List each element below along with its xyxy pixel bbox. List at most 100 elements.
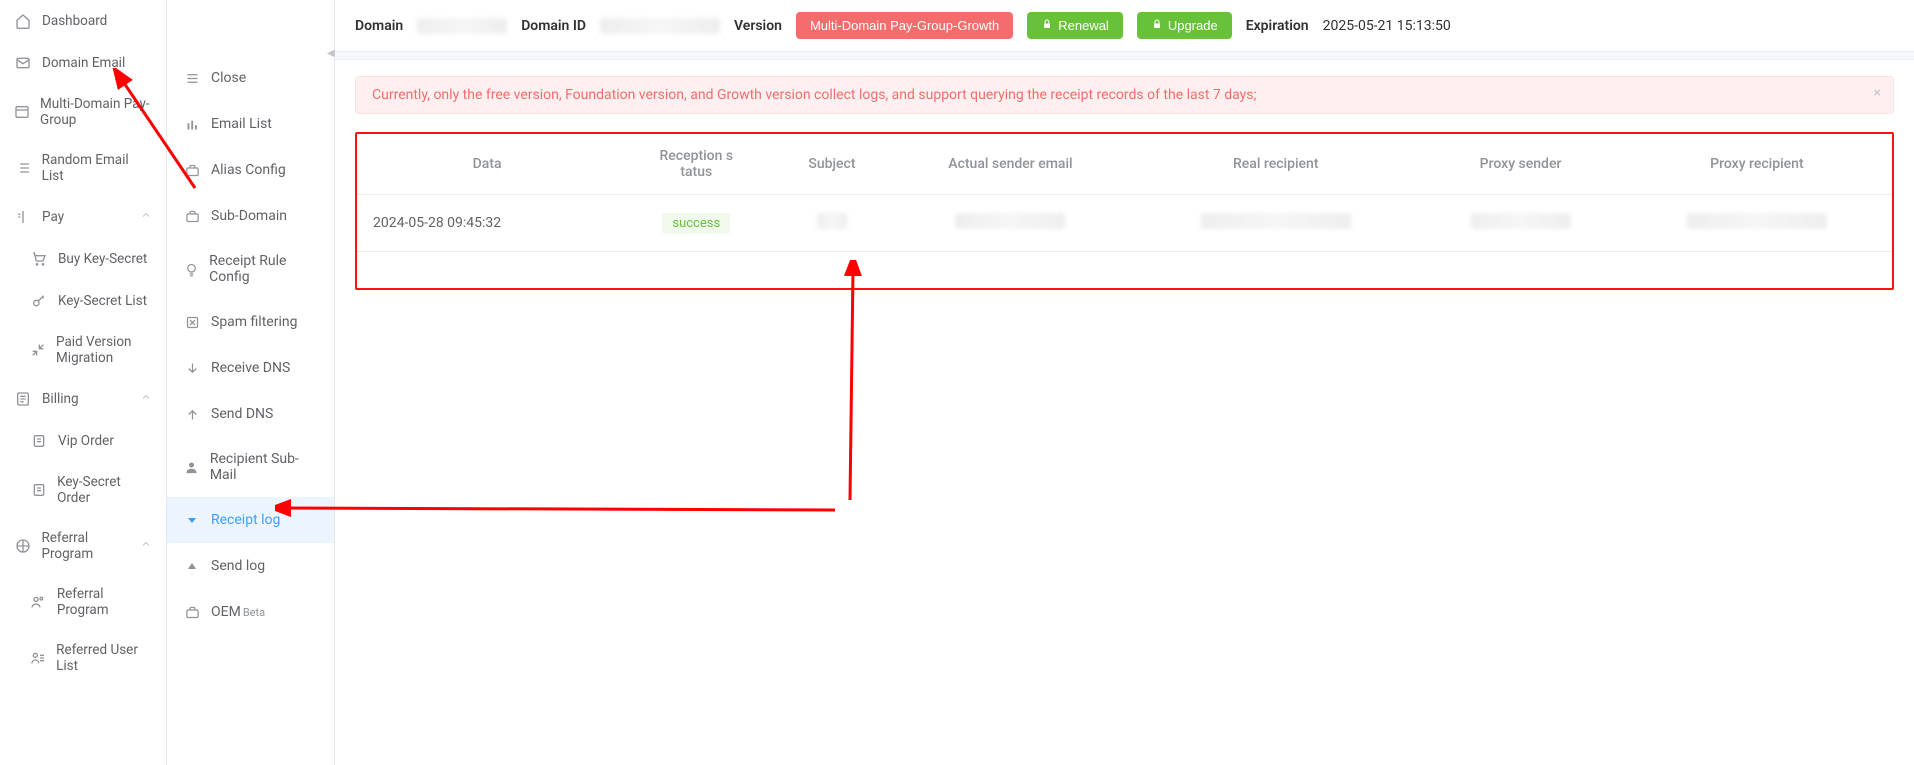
sidebar-item-label: Domain Email: [42, 55, 125, 71]
migrate-icon: [30, 341, 46, 359]
alert-close-button[interactable]: ×: [1874, 85, 1881, 101]
th-proxy-sender: Proxy sender: [1419, 134, 1622, 195]
subnav-item-oem[interactable]: OEM Beta: [167, 589, 334, 635]
sidebar-item-label: Pay: [42, 209, 64, 225]
subnav-item-alias-config[interactable]: Alias Config: [167, 147, 334, 193]
domain-label: Domain: [355, 18, 403, 34]
sidebar-item-label: Buy Key-Secret: [58, 251, 147, 267]
order-icon: [30, 432, 48, 450]
group-icon: [14, 103, 30, 121]
close-icon: [183, 69, 201, 87]
upgrade-button[interactable]: Upgrade: [1137, 12, 1232, 39]
collapse-caret-icon[interactable]: ◀: [327, 48, 335, 59]
subnav-item-send-dns[interactable]: Send DNS: [167, 391, 334, 437]
th-data: Data: [357, 134, 617, 195]
filter-icon: [183, 313, 201, 331]
annotation-arrow-1: [275, 470, 875, 550]
subnav-item-recipient-sub-mail[interactable]: Recipient Sub-Mail: [167, 437, 334, 497]
sidebar-item-paid-version-migration[interactable]: Paid Version Migration: [0, 322, 166, 378]
receipt-log-table: Data Reception s tatus Subject Actual se…: [357, 134, 1892, 288]
order-icon: [30, 481, 47, 499]
share-icon: [14, 537, 31, 555]
sidebar-item-key-secret-order[interactable]: Key-Secret Order: [0, 462, 166, 518]
sidebar-item-referral-program[interactable]: Referral Program: [0, 518, 166, 574]
sidebar-item-label: Key-Secret Order: [57, 474, 152, 506]
user-icon: [183, 458, 200, 476]
cell-status: success: [617, 195, 775, 252]
sidebar-item-billing[interactable]: Billing: [0, 378, 166, 420]
th-proxy-recipient: Proxy recipient: [1622, 134, 1892, 195]
subnav-item-receipt-rule-config[interactable]: Receipt Rule Config: [167, 239, 334, 299]
cell-subject: [775, 195, 888, 252]
caret-down-icon: [183, 511, 201, 529]
alert-text: Currently, only the free version, Founda…: [372, 87, 1256, 103]
th-real-recipient: Real recipient: [1132, 134, 1419, 195]
table-row: 2024-05-28 09:45:32 success: [357, 195, 1892, 252]
arrow-down-icon: [183, 359, 201, 377]
subnav-item-label: Receipt log: [211, 512, 280, 528]
beta-badge: Beta: [243, 606, 265, 619]
th-reception-status: Reception s tatus: [617, 134, 775, 195]
domainid-value-redacted: [600, 18, 720, 34]
sidebar-item-label: Dashboard: [42, 13, 107, 29]
sidebar-item-label: Referral Program: [57, 586, 152, 618]
domainid-label: Domain ID: [521, 18, 586, 34]
sidebar-item-label: Referred User List: [56, 642, 152, 674]
sidebar-item-key-secret-list[interactable]: Key-Secret List: [0, 280, 166, 322]
sidebar-item-multi-domain-pay-group[interactable]: Multi-Domain Pay-Group: [0, 84, 166, 140]
subnav-item-spam-filtering[interactable]: Spam filtering: [167, 299, 334, 345]
main-area: Domain Domain ID Version Multi-Domain Pa…: [335, 0, 1914, 765]
caret-up-icon: [183, 557, 201, 575]
expiration-value: 2025-05-21 15:13:50: [1323, 18, 1451, 34]
annotation-arrow-2: [825, 260, 885, 510]
lock-icon: [1041, 18, 1053, 33]
status-tag-success: success: [662, 213, 730, 234]
th-actual-sender-email: Actual sender email: [889, 134, 1133, 195]
user-list-icon: [30, 649, 46, 667]
cell-data: 2024-05-28 09:45:32: [357, 195, 617, 252]
content-area: Currently, only the free version, Founda…: [335, 60, 1914, 765]
subnav-item-close[interactable]: Close: [167, 55, 334, 101]
mail-icon: [14, 54, 32, 72]
subnav-item-label: Send DNS: [211, 406, 273, 422]
subnav-item-label: Send log: [211, 558, 265, 574]
secondary-sidebar: Close Email List Alias Config Sub-Domain…: [167, 0, 335, 765]
subnav-item-email-list[interactable]: Email List: [167, 101, 334, 147]
subnav-item-sub-domain[interactable]: Sub-Domain: [167, 193, 334, 239]
sidebar-item-domain-email[interactable]: Domain Email: [0, 42, 166, 84]
expiration-label: Expiration: [1246, 18, 1309, 34]
sidebar-item-pay[interactable]: Pay: [0, 196, 166, 238]
subnav-item-label: Email List: [211, 116, 272, 132]
sidebar-item-label: Key-Secret List: [58, 293, 147, 309]
sidebar-item-referral-program-sub[interactable]: Referral Program: [0, 574, 166, 630]
sidebar-item-vip-order[interactable]: Vip Order: [0, 420, 166, 462]
chevron-up-icon: [140, 391, 152, 407]
info-alert: Currently, only the free version, Founda…: [355, 76, 1894, 114]
subnav-item-label: Receipt Rule Config: [209, 253, 318, 285]
sidebar-item-referred-user-list[interactable]: Referred User List: [0, 630, 166, 686]
sidebar-item-random-email-list[interactable]: Random Email List: [0, 140, 166, 196]
arrow-up-icon: [183, 405, 201, 423]
subnav-item-label: Close: [211, 70, 246, 86]
primary-sidebar: Dashboard Domain Email Multi-Domain Pay-…: [0, 0, 167, 765]
sidebar-item-dashboard[interactable]: Dashboard: [0, 0, 166, 42]
subnav-item-receive-dns[interactable]: Receive DNS: [167, 345, 334, 391]
lock-icon: [1151, 18, 1163, 33]
sidebar-item-buy-key-secret[interactable]: Buy Key-Secret: [0, 238, 166, 280]
version-tag-button[interactable]: Multi-Domain Pay-Group-Growth: [796, 12, 1013, 39]
renewal-button[interactable]: Renewal: [1027, 12, 1123, 39]
cell-actual-sender: [889, 195, 1133, 252]
bulb-icon: [183, 260, 199, 278]
subnav-item-send-log[interactable]: Send log: [167, 543, 334, 589]
subnav-item-receipt-log[interactable]: Receipt log: [167, 497, 334, 543]
credit-card-icon: [14, 208, 32, 226]
users-icon: [30, 593, 47, 611]
sidebar-item-label: Referral Program: [41, 530, 140, 562]
subnav-item-label: OEM: [211, 604, 241, 620]
sidebar-item-label: Vip Order: [58, 433, 114, 449]
subnav-item-label: Receive DNS: [211, 360, 290, 376]
key-icon: [30, 292, 48, 310]
topbar: Domain Domain ID Version Multi-Domain Pa…: [335, 0, 1914, 52]
list-icon: [14, 159, 32, 177]
th-subject: Subject: [775, 134, 888, 195]
